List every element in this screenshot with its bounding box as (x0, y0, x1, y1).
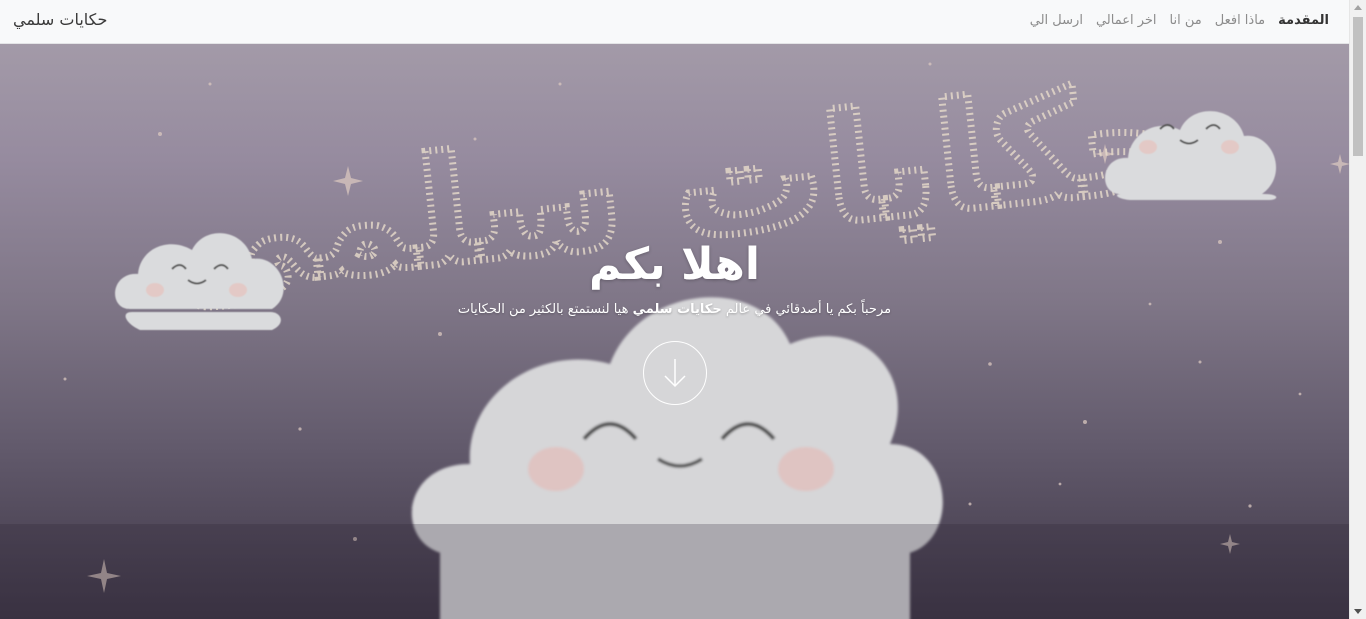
hero-subtitle-brand: حكايات سلمي (632, 301, 722, 317)
arrow-down-icon (663, 358, 686, 387)
nav-link-latest-work[interactable]: اخر اعمالي (1096, 13, 1157, 28)
hero-section: حكايات سلمى اهلا بكم مرحباً بكم يا أصدقا… (0, 44, 1349, 619)
nav-link-what-i-do[interactable]: ماذا افعل (1215, 13, 1265, 28)
nav-link-intro[interactable]: المقدمة (1278, 13, 1329, 28)
page-scrollbar[interactable] (1349, 0, 1366, 619)
hero-content: اهلا بكم مرحباً بكم يا أصدقائي في عالم ح… (0, 239, 1349, 409)
nav-links: المقدمة ماذا افعل من انا اخر اعمالي ارسل… (1030, 13, 1329, 28)
scroll-down-button[interactable] (642, 340, 707, 405)
scroll-down-arrow-icon[interactable] (1354, 609, 1362, 614)
scrollbar-thumb[interactable] (1353, 17, 1363, 156)
nav-link-about-me[interactable]: من انا (1170, 13, 1202, 28)
hero-title: اهلا بكم (589, 239, 760, 290)
navbar-brand[interactable]: حكايات سلمي (13, 10, 107, 29)
nav-link-contact[interactable]: ارسل الي (1030, 13, 1083, 28)
hero-subtitle: مرحباً بكم يا أصدقائي في عالم حكايات سلم… (0, 302, 1349, 317)
scroll-up-arrow-icon[interactable] (1354, 5, 1362, 10)
hero-subtitle-post: هيا لنستمتع بالكثير من الحكايات (457, 301, 629, 317)
hero-subtitle-pre: مرحباً بكم يا أصدقائي في عالم (725, 301, 892, 317)
navbar: حكايات سلمي المقدمة ماذا افعل من انا اخر… (0, 0, 1349, 44)
